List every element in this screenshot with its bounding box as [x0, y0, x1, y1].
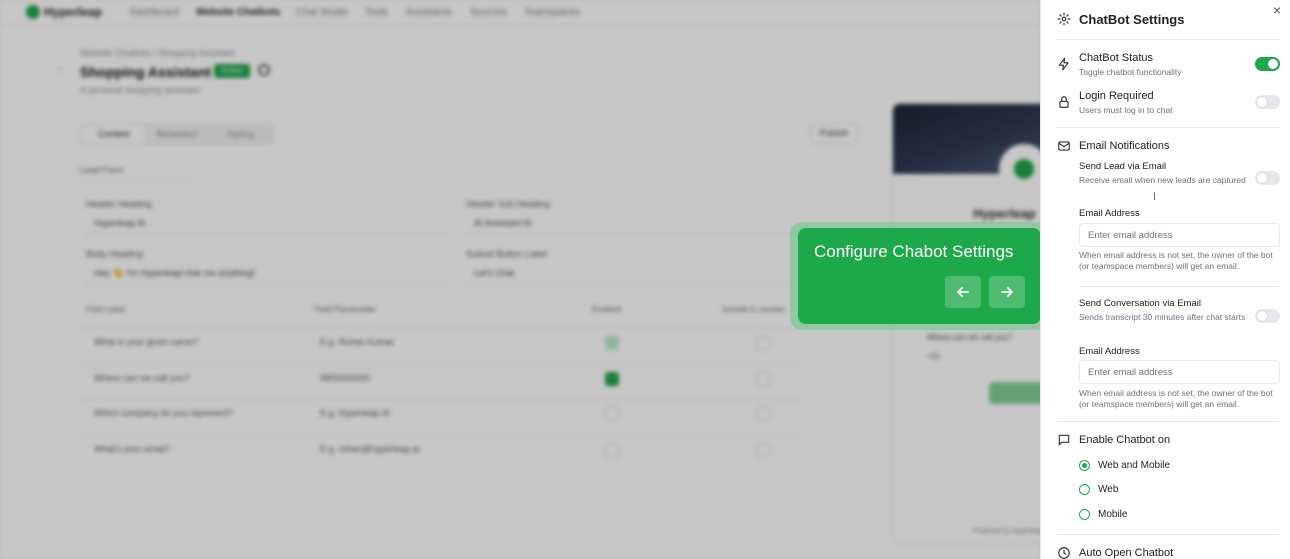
radio-button[interactable] [1079, 509, 1090, 520]
tour-next-button[interactable] [989, 276, 1025, 308]
tour-title: Configure Chabot Settings [814, 242, 1014, 261]
text-cursor-icon: I [1153, 191, 1157, 203]
radio-web-and-mobile[interactable]: Web and Mobile [1079, 460, 1170, 471]
status-desc: Toggle chatbot functionality [1079, 67, 1182, 77]
mail-icon [1058, 141, 1070, 151]
radio-button[interactable] [1079, 460, 1090, 471]
status-title: ChatBot Status [1079, 52, 1153, 64]
radio-label: Mobile [1098, 509, 1128, 520]
divider [1057, 421, 1279, 422]
send-conversation-toggle[interactable] [1255, 309, 1280, 323]
gear-icon [1057, 12, 1071, 26]
tour-tooltip: Configure Chabot Settings [798, 228, 1041, 324]
radio-button[interactable] [1079, 484, 1090, 495]
conversation-email-hint: When email address is not set, the owner… [1079, 388, 1273, 409]
chatbot-status-toggle[interactable] [1255, 57, 1280, 71]
lightning-icon [1058, 57, 1069, 71]
lead-email-label: Email Address [1079, 208, 1140, 219]
clock-icon [1058, 547, 1070, 559]
login-desc: Users must log in to chat [1079, 105, 1173, 115]
lock-icon [1059, 96, 1069, 108]
enable-on-title: Enable Chatbot on [1079, 434, 1171, 446]
lead-email-input[interactable] [1079, 223, 1280, 247]
send-lead-title: Send Lead via Email [1079, 161, 1167, 172]
chatbot-settings-panel: × ChatBot Settings ChatBot Status Toggle… [1040, 0, 1290, 559]
panel-header: ChatBot Settings [1057, 10, 1184, 28]
radio-mobile[interactable]: Mobile [1079, 509, 1127, 520]
send-conversation-title: Send Conversation via Email [1079, 298, 1201, 309]
send-conversation-desc: Sends transcript 30 minutes after chat s… [1079, 312, 1246, 322]
send-lead-toggle[interactable] [1255, 171, 1280, 185]
auto-open-title: Auto Open Chatbot [1079, 547, 1174, 559]
divider [1057, 39, 1279, 40]
chat-bubble-icon [1058, 434, 1070, 446]
conversation-email-label: Email Address [1079, 346, 1140, 357]
radio-label: Web [1098, 484, 1119, 495]
arrow-right-icon [1001, 287, 1013, 297]
arrow-left-icon [957, 287, 969, 297]
conversation-email-input[interactable] [1079, 360, 1280, 384]
email-notifications-title: Email Notifications [1079, 140, 1170, 152]
divider [1057, 534, 1279, 535]
login-title: Login Required [1079, 90, 1154, 102]
send-lead-desc: Receive email when new leads are capture… [1079, 175, 1246, 185]
lead-email-hint: When email address is not set, the owner… [1079, 250, 1273, 271]
radio-label: Web and Mobile [1098, 460, 1171, 471]
tour-prev-button[interactable] [945, 276, 981, 308]
close-icon[interactable]: × [1273, 2, 1281, 18]
divider [1079, 286, 1279, 287]
radio-web[interactable]: Web [1079, 484, 1118, 495]
divider [1057, 127, 1279, 128]
panel-title: ChatBot Settings [1079, 11, 1185, 27]
login-required-toggle[interactable] [1255, 95, 1280, 109]
